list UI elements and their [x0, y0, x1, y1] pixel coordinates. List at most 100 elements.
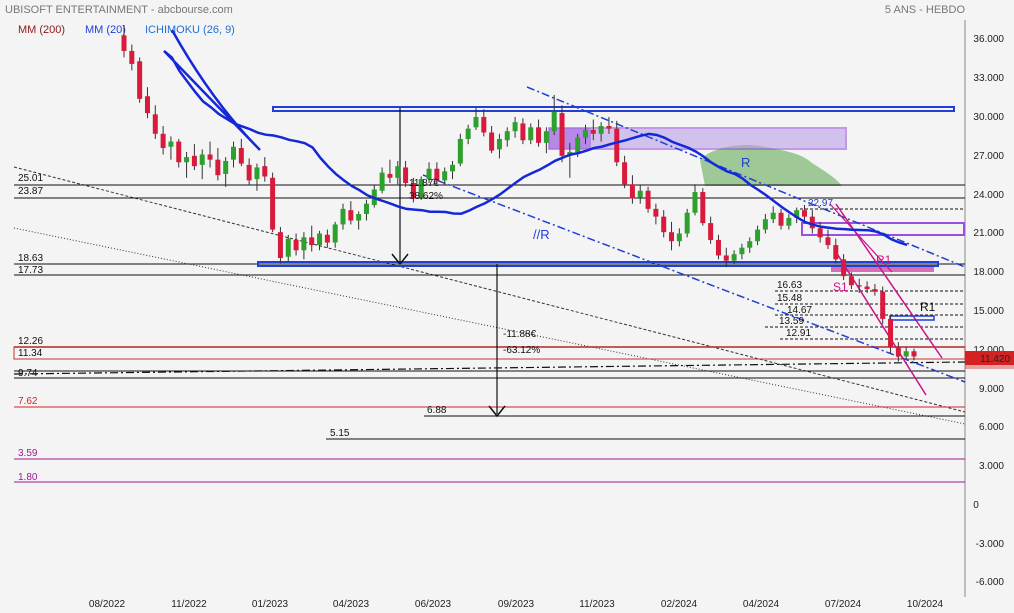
x-tick-label: 04/2023	[333, 599, 370, 610]
candle-body	[770, 212, 776, 220]
annotation-gain-value: 11.87€	[409, 178, 439, 189]
candle-body	[184, 157, 190, 163]
x-tick-label: 11/2023	[579, 599, 615, 610]
candle-body	[363, 203, 369, 215]
candle-body	[629, 184, 635, 199]
annotation-r1: R1	[920, 300, 936, 314]
candle-body	[582, 129, 588, 138]
candle-body	[856, 285, 862, 287]
level-label: 17.73	[18, 265, 43, 276]
candle-body	[481, 116, 487, 133]
level-label: 18.63	[18, 253, 43, 264]
candle-body	[168, 141, 174, 147]
x-tick-label: 09/2023	[498, 599, 535, 610]
candle-body	[528, 127, 534, 141]
level-label: 5.15	[330, 428, 350, 439]
candle-body	[543, 131, 549, 143]
y-tick-label: 27.000	[973, 151, 1004, 162]
candle-body	[833, 245, 839, 260]
candle-body	[496, 138, 502, 150]
x-tick-label: 04/2024	[743, 599, 780, 610]
level-label: 6.88	[427, 405, 447, 416]
candle-body	[309, 237, 315, 246]
candle-body	[293, 239, 299, 251]
chart-period: 5 ANS - HEBDO	[885, 4, 966, 16]
candle-body	[590, 129, 596, 134]
candle-body	[301, 237, 307, 251]
candle-body	[880, 291, 886, 319]
candle-body	[457, 138, 463, 164]
level-label: 12.26	[18, 336, 43, 347]
candle-body	[465, 128, 471, 139]
candle-body	[121, 35, 127, 51]
y-tick-label: 18.000	[973, 267, 1004, 278]
candle-body	[708, 223, 714, 240]
x-tick-label: 07/2024	[825, 599, 862, 610]
candle-body	[270, 177, 276, 230]
y-tick-label: 30.000	[973, 112, 1004, 123]
candle-body	[160, 133, 166, 149]
candle-body	[317, 233, 323, 246]
annotation-parallel-r: //R	[533, 227, 550, 242]
candle-body	[817, 228, 823, 238]
candle-body	[277, 232, 283, 259]
candle-body	[199, 154, 205, 165]
candle-body	[747, 241, 753, 248]
annotation-loss-percent: -63.12%	[503, 345, 540, 356]
candle-body	[395, 166, 401, 178]
y-tick-label: -3.000	[976, 539, 1005, 550]
candle-body	[551, 111, 557, 132]
annotation-r: R	[741, 155, 750, 170]
candle-body	[575, 137, 581, 152]
chart-background	[0, 0, 1014, 613]
legend-mm20: MM (20)	[85, 24, 126, 36]
candle-body	[661, 216, 667, 233]
annotation-s1: S1	[833, 280, 848, 294]
level-label: 15.48	[777, 293, 802, 304]
candle-body	[473, 116, 479, 128]
candle-body	[504, 131, 510, 141]
candle-body	[669, 232, 675, 242]
candle-body	[676, 233, 682, 242]
x-tick-label: 08/2022	[89, 599, 126, 610]
candle-body	[403, 167, 409, 183]
legend-mm200: MM (200)	[18, 24, 65, 36]
candle-body	[903, 351, 909, 357]
candle-body	[888, 318, 894, 348]
candle-body	[324, 234, 330, 243]
candle-body	[137, 61, 143, 99]
candle-body	[872, 289, 878, 292]
candle-body	[911, 351, 917, 357]
candle-body	[152, 114, 158, 134]
candle-body	[215, 159, 221, 176]
candle-body	[864, 286, 870, 290]
candle-body	[191, 155, 197, 167]
level-label: 3.59	[18, 448, 38, 459]
candle-body	[731, 254, 737, 261]
candle-body	[520, 123, 526, 141]
x-tick-label: 10/2024	[907, 599, 944, 610]
level-label: 9.74	[18, 368, 38, 379]
candle-body	[684, 212, 690, 234]
candle-body	[614, 128, 620, 163]
candle-body	[512, 122, 518, 132]
y-tick-label: 3.000	[979, 461, 1004, 472]
candle-body	[755, 229, 761, 242]
y-tick-label: 6.000	[979, 422, 1004, 433]
x-tick-label: 06/2023	[415, 599, 452, 610]
level-label: 13.59	[779, 316, 804, 327]
level-label: 14.67	[787, 305, 812, 316]
y-tick-label: 36.000	[973, 34, 1004, 45]
level-label: 23.87	[18, 186, 43, 197]
candle-body	[848, 276, 854, 286]
legend-ichimoku: ICHIMOKU (26, 9)	[145, 24, 235, 36]
candle-body	[715, 239, 721, 256]
candle-body	[559, 113, 565, 156]
y-tick-label: -6.000	[976, 577, 1005, 588]
stock-chart: UBISOFT ENTERTAINMENT - abcbourse.com 5 …	[0, 0, 1014, 613]
candle-body	[692, 192, 698, 213]
level-label: 22.97	[808, 198, 833, 209]
candle-body	[778, 212, 784, 226]
level-label: 16.63	[777, 280, 802, 291]
y-tick-label: 15.000	[973, 306, 1004, 317]
